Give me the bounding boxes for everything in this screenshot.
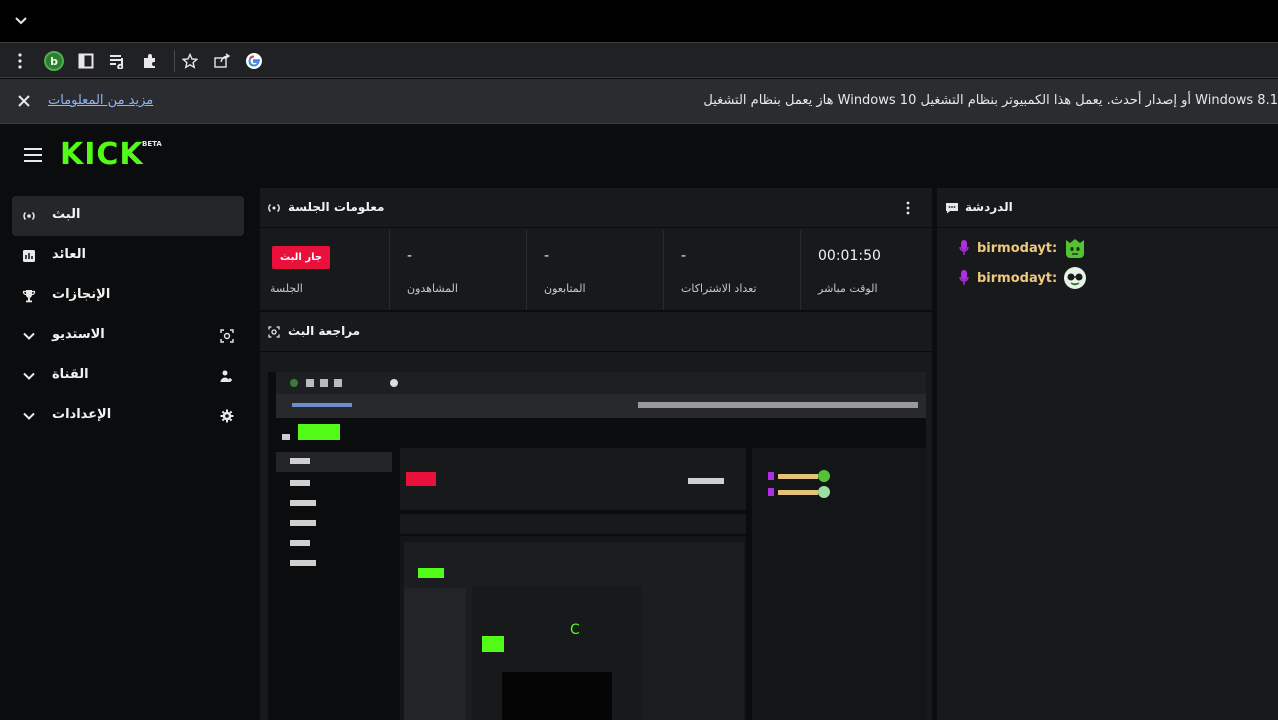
windows-version-infobar: مزيد من المعلومات هاز يعمل بنظام التشغيل… [0, 79, 1278, 124]
profile-initial: b [44, 51, 64, 71]
session-info-header: معلومات الجلسة [260, 188, 932, 228]
learn-more-link[interactable]: مزيد من المعلومات [48, 93, 153, 108]
sidebar-item-label: الإعدادات [52, 407, 112, 422]
sidebar-item-studio[interactable]: الاستديو [12, 316, 244, 356]
chevron-down-icon[interactable] [14, 14, 28, 28]
chevron-down-icon [23, 412, 35, 420]
stat-caption: المتابعون [544, 282, 586, 295]
microphone-badge-icon [959, 270, 969, 285]
sidebar-item-settings[interactable]: الإعدادات [12, 396, 244, 436]
users-icon [220, 370, 232, 382]
google-icon[interactable] [244, 51, 264, 71]
stat-caption: الجلسة [270, 282, 303, 295]
dashboard-icon [23, 250, 35, 262]
chat-title: الدردشة [965, 200, 1013, 214]
extensions-icon[interactable] [140, 51, 160, 71]
sidebar-item-broadcast[interactable]: البث [12, 196, 244, 236]
browser-toolbar: b [0, 42, 1278, 78]
gear-icon [220, 409, 234, 423]
beta-tag: BETA [142, 140, 162, 148]
chat-panel: الدردشة birmodayt: birmodayt: [937, 188, 1278, 720]
sidebar-item-dashboard[interactable]: العائد [12, 236, 244, 276]
chevron-down-icon [23, 372, 35, 380]
close-icon[interactable] [16, 93, 32, 109]
chat-message: birmodayt: [959, 236, 1087, 260]
sidebar-item-label: القناة [52, 367, 89, 382]
stream-preview-video[interactable]: C [268, 372, 926, 720]
stream-preview-header: مراجعة البث [260, 312, 932, 352]
stat-session: جار البث الجلسة [260, 230, 390, 310]
green-face-emote [1066, 239, 1085, 258]
stream-preview-title: مراجعة البث [288, 324, 361, 338]
toolbar-divider [174, 50, 175, 72]
sidebar-item-channel[interactable]: القناة [12, 356, 244, 396]
chat-username[interactable]: birmodayt: [977, 271, 1057, 286]
preview-frame-image: C [268, 372, 926, 720]
kick-logo[interactable]: KICK [60, 138, 144, 172]
hamburger-menu-icon[interactable] [24, 148, 42, 162]
side-panel-icon[interactable] [76, 51, 96, 71]
stat-value: - [544, 248, 550, 264]
session-info-panel: معلومات الجلسة جار البث الجلسة - المشاهد… [260, 188, 932, 310]
live-badge: جار البث [272, 246, 331, 269]
star-icon[interactable] [180, 51, 200, 71]
kebab-menu-icon[interactable] [10, 51, 30, 71]
sidebar-item-achievements[interactable]: الإنجازات [12, 276, 244, 316]
kick-dashboard: KICK BETA البث العائد الإنجازات الاستديو… [0, 124, 1278, 720]
chat-message: birmodayt: [959, 266, 1087, 290]
svg-text:C: C [570, 622, 580, 638]
microphone-badge-icon [959, 240, 969, 255]
window-top-strip [0, 0, 1278, 42]
stat-value: 00:01:50 [818, 248, 881, 264]
stat-caption: المشاهدون [407, 282, 458, 295]
studio-icon [220, 329, 234, 343]
sidebar-item-label: العائد [52, 247, 86, 262]
trophy-icon [22, 290, 36, 303]
stat-value: - [681, 248, 687, 264]
broadcast-icon [268, 203, 280, 213]
chevron-down-icon [23, 332, 35, 340]
stat-followers: - المتابعون [528, 230, 664, 310]
stat-caption: الوقت مباشر [818, 282, 878, 295]
session-info-title: معلومات الجلسة [288, 200, 385, 214]
share-icon[interactable] [212, 51, 232, 71]
stat-viewers: - المشاهدون [391, 230, 527, 310]
sidebar-item-label: الإنجازات [52, 287, 111, 302]
sidebar-item-label: البث [52, 207, 81, 222]
chat-icon [946, 203, 958, 214]
stat-live-time: 00:01:50 الوقت مباشر [802, 230, 932, 310]
stat-caption: تعداد الاشتراكات [681, 282, 757, 295]
stat-value: - [407, 248, 413, 264]
stat-subscriptions: - تعداد الاشتراكات [665, 230, 801, 310]
glasses-face-emote [1064, 267, 1087, 289]
media-icon[interactable] [108, 51, 128, 71]
chat-username[interactable]: birmodayt: [977, 241, 1057, 256]
chat-header: الدردشة [937, 188, 1278, 228]
kebab-menu-icon[interactable] [906, 201, 910, 215]
infobar-message: هاز يعمل بنظام التشغيل Windows 10 أو إصد… [703, 93, 1278, 108]
profile-avatar[interactable]: b [44, 51, 64, 71]
sidebar-item-label: الاستديو [52, 327, 105, 342]
broadcast-icon [23, 211, 35, 221]
studio-icon [268, 326, 280, 338]
